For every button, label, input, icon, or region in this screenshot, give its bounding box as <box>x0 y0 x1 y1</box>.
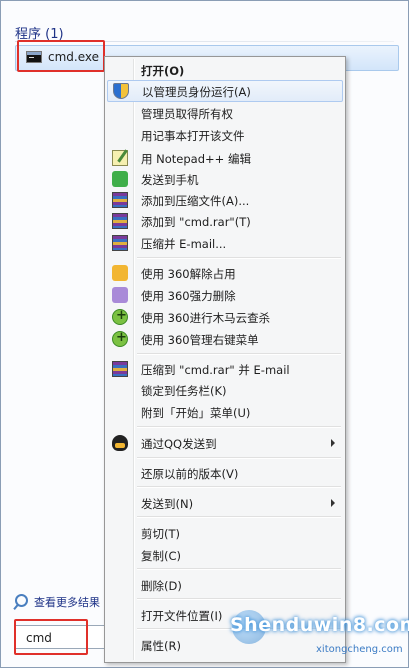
programs-section-header: 程序 (1) <box>15 27 64 42</box>
submenu-arrow-icon <box>331 439 335 447</box>
menu-item-label: 发送到手机 <box>141 173 199 187</box>
menu-item-label: 剪切(T) <box>141 527 180 541</box>
menu-item-take-ownership[interactable]: 管理员取得所有权 <box>107 103 343 123</box>
search-magnifier-icon <box>15 594 28 607</box>
menu-separator <box>137 426 341 428</box>
watermark-sub-text: xitongcheng.com <box>316 644 403 655</box>
menu-item-label: 以管理员身份运行(A) <box>142 85 251 99</box>
section-divider <box>15 41 394 42</box>
start-search-input[interactable]: cmd <box>15 625 105 649</box>
winrar-icon <box>112 192 128 208</box>
uac-shield-icon <box>113 83 129 99</box>
menu-item-label: 锁定到任务栏(K) <box>141 384 227 398</box>
menu-item-pin-to-taskbar[interactable]: 锁定到任务栏(K) <box>107 380 343 400</box>
menu-item-run-as-admin[interactable]: 以管理员身份运行(A) <box>107 80 343 102</box>
menu-item-edit-notepad-plus[interactable]: 用 Notepad++ 编辑 <box>107 148 343 168</box>
watermark-main-text: Shenduwin8.com <box>230 614 409 636</box>
menu-item-label: 使用 360管理右键菜单 <box>141 333 259 347</box>
menu-separator <box>137 516 341 518</box>
send-to-phone-icon <box>112 171 128 187</box>
menu-item-label: 用 Notepad++ 编辑 <box>141 152 251 166</box>
menu-item-open-with-notepad[interactable]: 用记事本打开该文件 <box>107 125 343 145</box>
menu-item-label: 添加到压缩文件(A)... <box>141 194 250 208</box>
command-prompt-icon <box>26 51 42 63</box>
menu-item-label: 附到「开始」菜单(U) <box>141 406 251 420</box>
menu-item-360-menu[interactable]: 使用 360管理右键菜单 <box>107 329 343 349</box>
menu-item-label: 通过QQ发送到 <box>141 437 217 451</box>
winrar-icon <box>112 235 128 251</box>
menu-item-pin-to-start[interactable]: 附到「开始」菜单(U) <box>107 402 343 422</box>
menu-separator <box>137 486 341 488</box>
360-menu-icon <box>112 330 128 347</box>
menu-item-label: 使用 360进行木马云查杀 <box>141 311 271 325</box>
menu-item-delete[interactable]: 删除(D) <box>107 575 343 595</box>
menu-item-360-scan[interactable]: 使用 360进行木马云查杀 <box>107 307 343 327</box>
winrar-icon <box>112 361 128 377</box>
menu-item-label: 管理员取得所有权 <box>141 107 233 121</box>
context-menu: 打开(O) 以管理员身份运行(A) 管理员取得所有权 用记事本打开该文件 用 N… <box>104 56 346 663</box>
menu-item-label: 添加到 "cmd.rar"(T) <box>141 215 251 229</box>
see-more-results-label: 查看更多结果 <box>34 596 100 609</box>
menu-item-360-unlock[interactable]: 使用 360解除占用 <box>107 263 343 283</box>
menu-item-label: 使用 360强力删除 <box>141 289 236 303</box>
menu-item-send-via-qq[interactable]: 通过QQ发送到 <box>107 433 343 453</box>
360-shred-icon <box>112 287 128 303</box>
menu-separator <box>137 257 341 259</box>
site-watermark: Shenduwin8.com xitongcheng.com <box>230 610 409 665</box>
see-more-results-link[interactable]: 查看更多结果 <box>15 593 100 610</box>
menu-item-send-to[interactable]: 发送到(N) <box>107 493 343 513</box>
menu-item-label: 复制(C) <box>141 549 182 563</box>
search-input-value: cmd <box>26 631 52 645</box>
menu-separator <box>137 353 341 355</box>
menu-separator <box>137 568 341 570</box>
qq-icon <box>112 435 128 451</box>
menu-item-cut[interactable]: 剪切(T) <box>107 523 343 543</box>
menu-item-label: 属性(R) <box>141 639 181 653</box>
menu-item-360-shred[interactable]: 使用 360强力删除 <box>107 285 343 305</box>
menu-item-compress-and-email[interactable]: 压缩并 E-mail... <box>107 233 343 253</box>
menu-item-copy[interactable]: 复制(C) <box>107 545 343 565</box>
menu-item-add-to-archive[interactable]: 添加到压缩文件(A)... <box>107 190 343 210</box>
menu-item-open[interactable]: 打开(O) <box>107 60 343 80</box>
menu-item-label: 删除(D) <box>141 579 182 593</box>
menu-item-compress-cmd-rar-email[interactable]: 压缩到 "cmd.rar" 并 E-mail <box>107 359 343 379</box>
menu-item-restore-previous-versions[interactable]: 还原以前的版本(V) <box>107 463 343 483</box>
menu-item-label: 用记事本打开该文件 <box>141 129 245 143</box>
menu-item-label: 压缩并 E-mail... <box>141 237 227 251</box>
menu-item-label: 发送到(N) <box>141 497 194 511</box>
menu-item-label: 打开文件位置(I) <box>141 609 223 623</box>
menu-item-label: 使用 360解除占用 <box>141 267 236 281</box>
menu-item-label: 还原以前的版本(V) <box>141 467 239 481</box>
menu-item-add-to-cmd-rar[interactable]: 添加到 "cmd.rar"(T) <box>107 211 343 231</box>
menu-item-label: 打开(O) <box>141 64 185 78</box>
360-unlock-icon <box>112 265 128 281</box>
search-result-label: cmd.exe <box>48 50 100 64</box>
360-scan-icon <box>112 308 128 325</box>
menu-separator <box>137 598 341 600</box>
notepad-plus-icon <box>112 150 128 166</box>
winrar-icon <box>112 213 128 229</box>
menu-item-send-to-phone[interactable]: 发送到手机 <box>107 169 343 189</box>
menu-separator <box>137 457 341 459</box>
menu-item-label: 压缩到 "cmd.rar" 并 E-mail <box>141 363 290 377</box>
submenu-arrow-icon <box>331 499 335 507</box>
